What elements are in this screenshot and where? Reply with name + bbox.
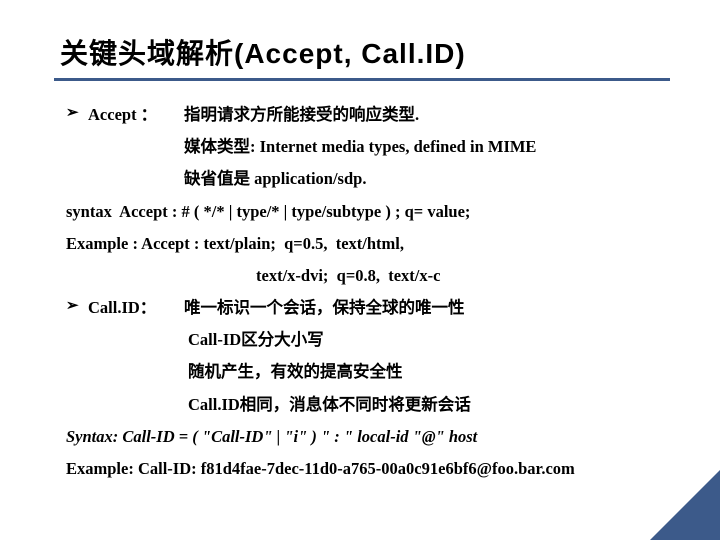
callid-syntax: Syntax: Call-ID = ( "Call-ID" | "i" ) " … [66, 421, 670, 453]
accept-desc-3: 缺省值是 application/sdp. [66, 163, 670, 195]
accept-example-1: Example : Accept : text/plain; q=0.5, te… [66, 228, 670, 260]
bullet-icon: ➢ [66, 292, 88, 321]
callid-desc-1: 唯一标识一个会话，保持全球的唯一性 [184, 292, 465, 324]
accept-syntax: syntax Accept : # ( */* | type/* | type/… [66, 196, 670, 228]
callid-header-row: ➢ Call.ID： 唯一标识一个会话，保持全球的唯一性 [66, 292, 670, 324]
accept-example-2: text/x-dvi; q=0.8, text/x-c [66, 260, 670, 292]
callid-label: Call.ID： [88, 292, 184, 324]
callid-desc-4: Call.ID相同，消息体不同时将更新会话 [66, 389, 670, 421]
callid-example: Example: Call-ID: f81d4fae-7dec-11d0-a76… [66, 453, 670, 485]
accept-header-row: ➢ Accept ： 指明请求方所能接受的响应类型. [66, 99, 670, 131]
accept-desc-2: 媒体类型: Internet media types, defined in M… [66, 131, 670, 163]
slide: 关键头域解析(Accept, Call.ID) ➢ Accept ： 指明请求方… [0, 0, 720, 540]
title-underline [54, 78, 670, 81]
slide-title: 关键头域解析(Accept, Call.ID) [60, 32, 670, 72]
slide-body: ➢ Accept ： 指明请求方所能接受的响应类型. 媒体类型: Interne… [66, 99, 670, 485]
bullet-icon: ➢ [66, 99, 88, 128]
corner-decoration [650, 470, 720, 540]
callid-desc-3: 随机产生，有效的提高安全性 [66, 356, 670, 388]
accept-desc-1: 指明请求方所能接受的响应类型. [184, 99, 419, 131]
accept-label: Accept ： [88, 99, 184, 131]
callid-desc-2: Call-ID区分大小写 [66, 324, 670, 356]
